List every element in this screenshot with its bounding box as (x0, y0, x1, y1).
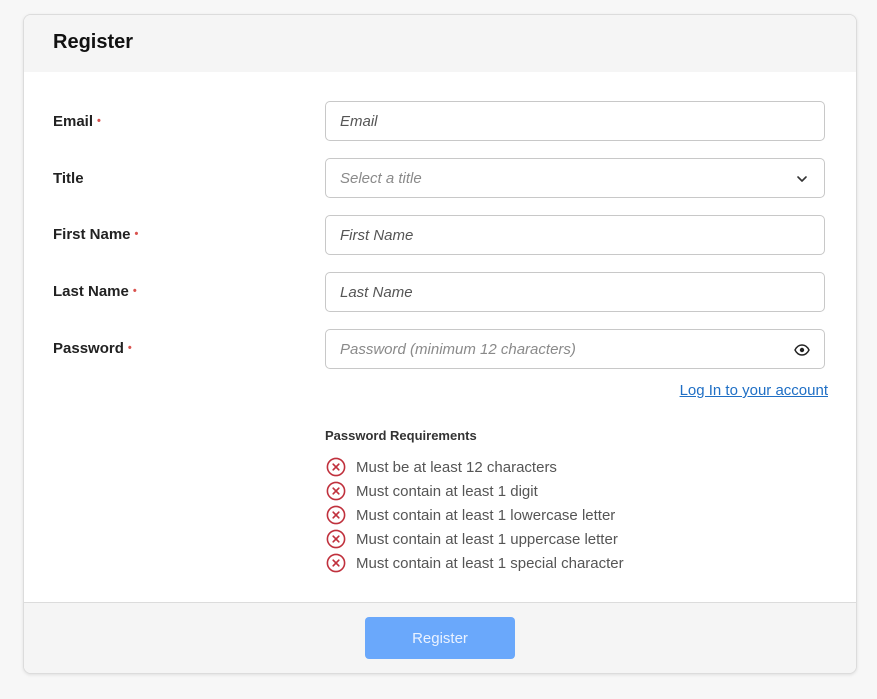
requirement-item: Must contain at least 1 special characte… (326, 551, 624, 575)
requirement-text: Must contain at least 1 special characte… (356, 554, 624, 572)
password-requirements-title: Password Requirements (325, 428, 477, 443)
first-name-field-wrapper (325, 215, 825, 255)
eye-icon[interactable] (794, 342, 810, 358)
x-circle-icon (326, 457, 346, 477)
requirement-item: Must contain at least 1 lowercase letter (326, 503, 624, 527)
title-select[interactable]: Select a title (325, 158, 825, 198)
last-name-field-wrapper (325, 272, 825, 312)
x-circle-icon (326, 553, 346, 573)
first-name-label: First Name • (53, 226, 139, 243)
requirement-item: Must contain at least 1 digit (326, 479, 624, 503)
x-circle-icon (326, 529, 346, 549)
login-link[interactable]: Log In to your account (680, 382, 828, 399)
required-marker: • (97, 115, 101, 127)
email-label: Email • (53, 113, 101, 130)
register-button[interactable]: Register (365, 617, 515, 659)
password-field[interactable] (326, 330, 824, 368)
requirement-text: Must contain at least 1 lowercase letter (356, 506, 616, 524)
register-card: Register Email• Title Select a title Fir… (23, 14, 857, 674)
requirement-text: Must contain at least 1 digit (356, 482, 538, 500)
title-label: Title (53, 170, 84, 187)
email-field[interactable] (326, 102, 824, 140)
requirement-text: Must be at least 12 characters (356, 458, 557, 476)
first-name-field[interactable] (326, 216, 824, 254)
chevron-down-icon (797, 176, 807, 182)
last-name-field[interactable] (326, 273, 824, 311)
page-title: Register (53, 31, 134, 53)
password-requirements-list: Must be at least 12 characters Must cont… (326, 455, 624, 575)
x-circle-icon (326, 481, 346, 501)
required-marker: • (132, 285, 137, 297)
title-select-value: Select a title (340, 170, 422, 187)
card-footer: Register (24, 602, 856, 673)
password-field-wrapper (325, 329, 825, 369)
requirement-item: Must contain at least 1 uppercase letter (326, 527, 624, 551)
requirement-item: Must be at least 12 characters (326, 455, 624, 479)
email-field-wrapper (325, 101, 825, 141)
last-name-label: Last Name • (53, 283, 137, 300)
x-circle-icon (326, 505, 346, 525)
card-header: Register (24, 15, 856, 72)
required-marker: • (127, 342, 132, 354)
password-label: Password • (53, 340, 132, 357)
requirement-text: Must contain at least 1 uppercase letter (356, 530, 618, 548)
required-marker: • (134, 228, 139, 240)
